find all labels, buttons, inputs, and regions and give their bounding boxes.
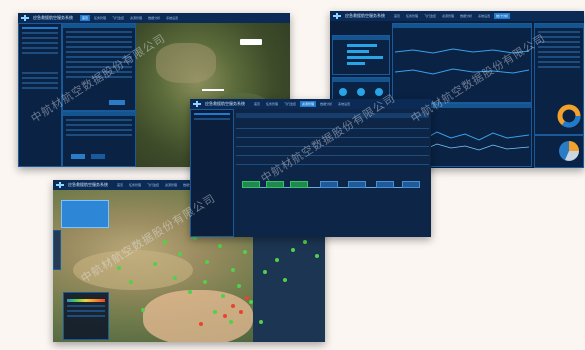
nav-tab[interactable]: 数据分析 <box>458 13 474 19</box>
sidebar-item[interactable] <box>22 52 58 54</box>
nav-tab[interactable]: 首页 <box>115 182 125 188</box>
workflow-step[interactable] <box>290 181 308 188</box>
table-header <box>236 113 429 118</box>
nav-tab[interactable]: 系统设置 <box>336 101 352 107</box>
route-line <box>202 89 224 91</box>
submit-button[interactable] <box>109 100 125 105</box>
nav-tab[interactable]: 首页 <box>392 13 402 19</box>
nav-tab[interactable]: 任务管理 <box>404 13 420 19</box>
sidebar-item[interactable] <box>22 27 58 29</box>
layer-control-panel[interactable] <box>61 200 109 228</box>
sidebar-item[interactable] <box>194 118 230 120</box>
nav-tab[interactable]: 资源管理 <box>440 13 456 19</box>
tool-strip[interactable] <box>53 230 61 270</box>
nav-tab[interactable]: 统计分析 <box>494 13 511 19</box>
app-header: 应急救援航空服务系统 首页 任务管理 飞行监控 资源管理 数据分析 系统设置 统… <box>330 11 584 21</box>
sidebar-item[interactable] <box>22 87 58 89</box>
workflow-step[interactable] <box>242 181 260 188</box>
nav-tab[interactable]: 首页 <box>80 15 91 21</box>
confirm-button[interactable] <box>71 154 85 159</box>
workflow-step[interactable] <box>348 181 366 188</box>
app-title: 应急救援航空服务系统 <box>345 13 385 18</box>
sidebar-item[interactable] <box>22 42 58 44</box>
heat-zone <box>143 290 253 342</box>
sidebar <box>190 109 234 237</box>
plane-icon <box>193 101 201 107</box>
nav-tab[interactable]: 飞行监控 <box>145 182 161 188</box>
nav-tab[interactable]: 数据分析 <box>318 101 334 107</box>
nav-tab[interactable]: 资源管理 <box>300 101 317 107</box>
plane-icon <box>333 13 341 19</box>
cancel-button[interactable] <box>91 154 105 159</box>
table-row[interactable] <box>236 156 429 165</box>
sidebar-item[interactable] <box>22 32 58 34</box>
app-header: 应急救援航空服务系统 首页 任务管理 飞行监控 资源管理 数据分析 系统设置 <box>18 13 290 23</box>
bar-stats-panel <box>332 35 390 75</box>
legend-panel <box>63 292 109 340</box>
nav-tab[interactable]: 系统设置 <box>164 15 180 21</box>
app-title: 应急救援航空服务系统 <box>33 15 73 20</box>
main-nav: 首页 任务管理 飞行监控 资源管理 数据分析 系统设置 统计分析 <box>392 13 511 19</box>
plane-icon <box>56 182 64 188</box>
nav-tab[interactable]: 系统设置 <box>476 13 492 19</box>
map-toolbar[interactable] <box>240 39 262 45</box>
sidebar-item[interactable] <box>22 77 58 79</box>
nav-tab[interactable]: 资源管理 <box>163 182 179 188</box>
nav-tab[interactable]: 任务管理 <box>92 15 108 21</box>
main-nav: 首页 任务管理 飞行监控 资源管理 数据分析 系统设置 <box>252 101 352 107</box>
workflow-step[interactable] <box>376 181 394 188</box>
nav-tab[interactable]: 飞行监控 <box>422 13 438 19</box>
nav-tab[interactable]: 首页 <box>252 101 262 107</box>
nav-tab[interactable]: 任务管理 <box>264 101 280 107</box>
nav-tab[interactable]: 任务管理 <box>127 182 143 188</box>
donut-chart <box>557 104 581 128</box>
plane-icon <box>21 15 29 21</box>
nav-tab[interactable]: 飞行监控 <box>110 15 126 21</box>
screenshot-workflow-table: 应急救援航空服务系统 首页 任务管理 飞行监控 资源管理 数据分析 系统设置 <box>190 99 431 237</box>
nav-tab[interactable]: 资源管理 <box>128 15 144 21</box>
table-row[interactable] <box>236 147 429 156</box>
resource-panel <box>62 111 136 167</box>
main-nav: 首页 任务管理 飞行监控 资源管理 数据分析 系统设置 <box>80 15 180 21</box>
workflow-step[interactable] <box>402 181 420 188</box>
app-title: 应急救援航空服务系统 <box>68 182 108 187</box>
nav-tab[interactable]: 飞行监控 <box>282 101 298 107</box>
sidebar-item[interactable] <box>22 37 58 39</box>
app-title: 应急救援航空服务系统 <box>205 101 245 106</box>
nav-tab[interactable]: 数据分析 <box>146 15 162 21</box>
pie-panel <box>534 135 584 168</box>
pie-chart <box>559 141 579 161</box>
sidebar-item[interactable] <box>22 47 58 49</box>
sidebar-item[interactable] <box>22 82 58 84</box>
workflow-step[interactable] <box>320 181 338 188</box>
sidebar-item[interactable] <box>22 72 58 74</box>
sidebar-item[interactable] <box>194 113 230 115</box>
